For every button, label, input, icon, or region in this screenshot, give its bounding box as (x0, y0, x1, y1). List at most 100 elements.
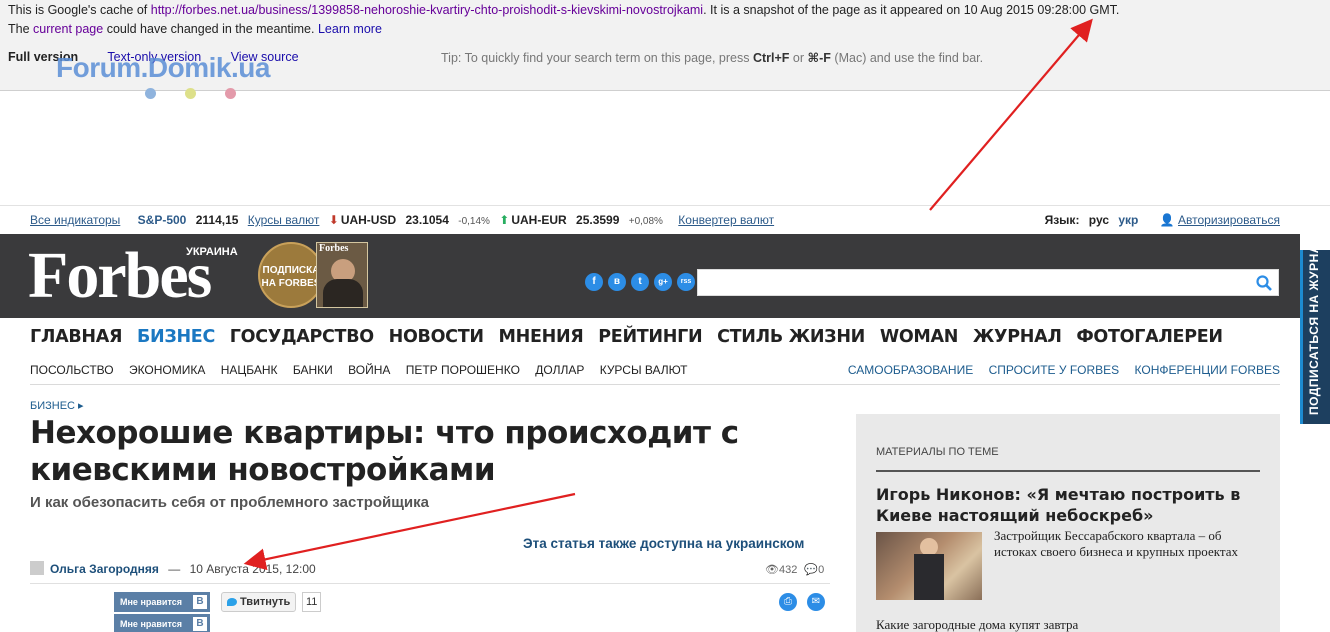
up-arrow-icon: ⬆ (499, 213, 510, 227)
watermark-logo: Forum.Domik.ua (56, 52, 270, 83)
cache-tip: Tip: To quickly find your search term on… (441, 50, 983, 65)
subscribe-badge[interactable]: ПОДПИСКА НА FORBES (258, 242, 324, 308)
nav-item-opinions[interactable]: МНЕНИЯ (498, 327, 583, 347)
nav-item-photos[interactable]: ФОТОГАЛЕРЕИ (1076, 327, 1223, 347)
tweet-count: 11 (302, 592, 322, 612)
nav-item-news[interactable]: НОВОСТИ (389, 327, 484, 347)
facebook-icon[interactable]: f (585, 273, 603, 291)
site-header: Forbes УКРАИНА ПОДПИСКА НА FORBES Forbes… (0, 234, 1300, 318)
rss-icon[interactable]: rss (677, 273, 695, 291)
nav-divider (30, 384, 1280, 385)
nav-item-state[interactable]: ГОСУДАРСТВО (230, 327, 374, 347)
cache-url-link[interactable]: http://forbes.net.ua/business/1399858-ne… (151, 3, 703, 17)
vk-logo-icon: B (193, 595, 207, 609)
currency-rates-link[interactable]: Курсы валют (248, 213, 320, 227)
watermark-dot-pink (225, 88, 236, 99)
nav-item-business[interactable]: БИЗНЕС (137, 327, 215, 347)
magazine-title: Forbes (319, 243, 349, 254)
tip-key-cmd-f: ⌘-F (807, 51, 831, 65)
learn-more-link[interactable]: Learn more (318, 22, 382, 36)
twitter-icon[interactable]: t (631, 273, 649, 291)
sub-nav: ПОСОЛЬСТВО ЭКОНОМИКА НАЦБАНК БАНКИ ВОЙНА… (30, 363, 1280, 383)
ukrainian-version-link[interactable]: Эта статья также доступна на украинском (523, 536, 804, 551)
subnav-right-item[interactable]: САМООБРАЗОВАНИЕ (848, 363, 973, 377)
uah-usd-change: -0,14% (458, 216, 490, 227)
related-heading: МАТЕРИАЛЫ ПО ТЕМЕ (876, 446, 999, 458)
breadcrumb[interactable]: БИЗНЕС ▸ (30, 399, 84, 412)
indicators-bar: Все индикаторы S&P-500 2114,15 Курсы вал… (0, 205, 1330, 233)
subnav-item[interactable]: КУРСЫ ВАЛЮТ (600, 363, 688, 377)
uah-usd-value: 23.1054 (405, 213, 449, 227)
main-nav: ГЛАВНАЯ БИЗНЕС ГОСУДАРСТВО НОВОСТИ МНЕНИ… (30, 327, 1232, 347)
login-link[interactable]: Авторизироваться (1178, 213, 1280, 227)
related-item-title-2[interactable]: Какие загородные дома купят завтра (876, 617, 1078, 632)
related-item-description[interactable]: Застройщик Бессарабского квартала – об и… (994, 528, 1264, 560)
subnav-item[interactable]: ДОЛЛАР (535, 363, 584, 377)
article-title: Нехорошие квартиры: что происходит с кие… (30, 415, 739, 488)
related-item-title[interactable]: Игорь Никонов: «Я мечтаю построить в Кие… (876, 484, 1266, 526)
vk-like-button[interactable]: Мне нравится B (114, 592, 210, 612)
related-materials: МАТЕРИАЛЫ ПО ТЕМЕ Игорь Никонов: «Я мечт… (856, 414, 1280, 632)
author-name[interactable]: Ольга Загородняя (50, 562, 159, 576)
vk-like-label: Мне нравится (120, 597, 182, 607)
views-count: 432 (778, 564, 798, 576)
photo-person-body (914, 554, 944, 600)
cache-line-2: The current page could have changed in t… (8, 22, 382, 36)
nav-item-woman[interactable]: WOMAN (880, 327, 959, 347)
tip-suffix: (Mac) and use the find bar. (834, 51, 984, 65)
print-icon[interactable]: ⎙ (779, 593, 797, 611)
google-plus-icon[interactable]: g+ (654, 273, 672, 291)
vkontakte-icon[interactable]: в (608, 273, 626, 291)
subnav-item[interactable]: ВОЙНА (348, 363, 390, 377)
subnav-item[interactable]: ПОСОЛЬСТВО (30, 363, 114, 377)
down-arrow-icon: ⬇ (328, 213, 339, 227)
search-icon[interactable] (1256, 275, 1272, 291)
forbes-logo[interactable]: Forbes (28, 236, 212, 316)
all-indicators-link[interactable]: Все индикаторы (30, 213, 120, 227)
tweet-button[interactable]: Твитнуть (221, 592, 296, 612)
article-stats: 👁432 💬0 (765, 563, 824, 576)
lang-ru-link[interactable]: рус (1089, 213, 1109, 227)
subscribe-side-tab[interactable]: ПОДПИСАТЬСЯ НА ЖУРНАЛ (1300, 235, 1330, 424)
subnav-right-item[interactable]: КОНФЕРЕНЦИИ FORBES (1135, 363, 1280, 377)
uah-usd-label: UAH-USD (340, 213, 397, 227)
related-item-image[interactable] (876, 532, 982, 600)
tip-key-ctrl-f: Ctrl+F (752, 51, 790, 65)
cache-snapshot-text: . It is a snapshot of the page as it app… (703, 3, 1120, 17)
nav-item-lifestyle[interactable]: СТИЛЬ ЖИЗНИ (717, 327, 865, 347)
vk-logo-icon: B (193, 617, 207, 631)
vk-like-button-secondary[interactable]: Мне нравится B (114, 614, 210, 632)
subnav-item[interactable]: БАНКИ (293, 363, 333, 377)
nav-item-magazine[interactable]: ЖУРНАЛ (973, 327, 1062, 347)
related-heading-rule (876, 470, 1260, 472)
edition-label: УКРАИНА (186, 246, 238, 258)
search-input[interactable] (697, 269, 1279, 296)
subscribe-side-tab-label: ПОДПИСАТЬСЯ НА ЖУРНАЛ (1307, 235, 1321, 415)
currency-converter-link[interactable]: Конвертер валют (678, 213, 774, 227)
article-subtitle: И как обезопасить себя от проблемного за… (30, 494, 429, 511)
nav-item-ratings[interactable]: РЕЙТИНГИ (598, 327, 702, 347)
nav-item-home[interactable]: ГЛАВНАЯ (30, 327, 122, 347)
tweet-label: Твитнуть (240, 596, 291, 608)
subnav-item[interactable]: ЭКОНОМИКА (129, 363, 205, 377)
author-avatar (30, 561, 44, 575)
article-byline: Ольга Загородняя — 10 Августа 2015, 12:0… (30, 561, 316, 576)
tip-or: or (792, 51, 805, 65)
current-page-link[interactable]: current page (33, 22, 103, 36)
language-label: Язык: (1044, 213, 1080, 227)
watermark-dot-yellow (185, 88, 196, 99)
cover-person-body (323, 279, 363, 307)
uah-eur-value: 25.3599 (576, 213, 620, 227)
subnav-item[interactable]: ПЕТР ПОРОШЕНКО (406, 363, 520, 377)
magazine-cover[interactable]: Forbes (316, 242, 368, 308)
email-icon[interactable]: ✉ (807, 593, 825, 611)
vk-like-label: Мне нравится (120, 619, 182, 629)
views-icon: 👁 (765, 564, 779, 576)
user-icon: 👤 (1159, 213, 1175, 227)
subnav-right-item[interactable]: СПРОСИТЕ У FORBES (989, 363, 1120, 377)
cache-line-1: This is Google's cache of http://forbes.… (8, 3, 1119, 17)
tip-prefix: Tip: To quickly find your search term on… (441, 51, 750, 65)
comments-count: 0 (818, 564, 825, 576)
subnav-item[interactable]: НАЦБАНК (221, 363, 278, 377)
lang-ua-link[interactable]: укр (1118, 213, 1138, 227)
